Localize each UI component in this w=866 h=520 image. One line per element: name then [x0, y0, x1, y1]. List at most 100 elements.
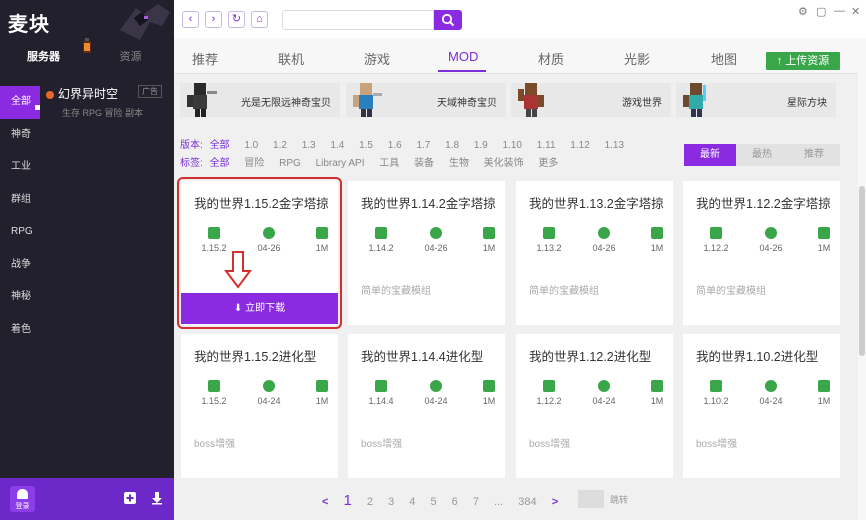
download-icon[interactable]: [150, 491, 164, 505]
home-button[interactable]: ⌂: [251, 11, 268, 28]
page-number[interactable]: 2: [367, 496, 373, 508]
settings-icon[interactable]: ⚙: [798, 5, 808, 18]
category-magic[interactable]: 神奇: [0, 119, 40, 152]
upload-resource-button[interactable]: ↑ 上传资源: [766, 52, 840, 70]
mod-card-version: 1.12.2: [529, 380, 569, 406]
server-gem-icon: [46, 90, 54, 99]
page-number[interactable]: 7: [473, 496, 479, 508]
version-option[interactable]: 1.11: [537, 140, 556, 151]
tag-option[interactable]: 美化装饰: [484, 158, 524, 169]
mod-card[interactable]: 我的世界1.14.2金字塔掠 1.14.2 04-26 1M 简单的宝藏模组: [348, 181, 505, 325]
file-icon: [375, 380, 387, 392]
featured-banner-4[interactable]: 星际方块: [676, 83, 836, 117]
version-option[interactable]: 1.9: [474, 140, 488, 151]
next-page-button[interactable]: >: [552, 496, 558, 508]
tab-resources[interactable]: 资源: [87, 44, 174, 70]
jump-button[interactable]: 跳转: [610, 493, 628, 506]
tag-option[interactable]: Library API: [316, 158, 365, 169]
mod-card[interactable]: 我的世界1.13.2金字塔掠 1.13.2 04-26 1M 简单的宝藏模组: [516, 181, 673, 325]
mod-card-date: 04-26: [416, 227, 456, 253]
ad-badge: 广告: [138, 85, 162, 98]
category-group[interactable]: 群组: [0, 184, 40, 217]
featured-banner-2[interactable]: 天域神奇宝贝: [346, 83, 506, 117]
tab-shaders[interactable]: 光影: [624, 49, 650, 68]
tab-multiplayer[interactable]: 联机: [278, 49, 304, 68]
featured-banner-1[interactable]: 光是无限远神奇宝贝: [180, 83, 340, 117]
version-option[interactable]: 1.3: [302, 140, 316, 151]
mod-card[interactable]: 我的世界1.12.2进化型 1.12.2 04-24 1M boss增强: [516, 334, 673, 478]
tab-mod[interactable]: MOD: [448, 49, 478, 64]
resource-tabs: 推荐 联机 游戏 MOD 材质 光影 地图 ↑ 上传资源: [174, 38, 858, 74]
clock-icon: [430, 380, 442, 392]
tab-recommend[interactable]: 推荐: [192, 49, 218, 68]
mod-card[interactable]: 我的世界1.14.4进化型 1.14.4 04-24 1M boss增强: [348, 334, 505, 478]
add-icon[interactable]: [123, 491, 137, 505]
tab-games[interactable]: 游戏: [364, 49, 390, 68]
prev-page-button[interactable]: <: [322, 496, 328, 508]
tag-option[interactable]: 更多: [538, 158, 558, 169]
refresh-button[interactable]: ↻: [228, 11, 245, 28]
version-option[interactable]: 1.13: [605, 140, 624, 151]
page-number[interactable]: 4: [409, 496, 415, 508]
tab-servers[interactable]: 服务器: [0, 44, 87, 70]
tag-option[interactable]: 全部: [210, 158, 230, 169]
version-option[interactable]: 1.8: [445, 140, 459, 151]
scrollbar[interactable]: [858, 38, 866, 520]
version-option[interactable]: 1.5: [359, 140, 373, 151]
version-option[interactable]: 1.0: [244, 140, 258, 151]
tag-option[interactable]: 生物: [449, 158, 469, 169]
top-bar: ‹ › ↻ ⌂ ⚙ ▢ — ✕: [174, 0, 866, 38]
page-jump-input[interactable]: [578, 490, 604, 508]
category-mystery[interactable]: 神秘: [0, 281, 40, 314]
category-war[interactable]: 战争: [0, 249, 40, 282]
download-icon: [818, 227, 830, 239]
tab-textures[interactable]: 材质: [538, 49, 564, 68]
tag-option[interactable]: 装备: [414, 158, 434, 169]
sort-newest-button[interactable]: 最新: [684, 144, 736, 166]
page-number[interactable]: 1: [344, 492, 352, 509]
version-option[interactable]: 1.2: [273, 140, 287, 151]
sort-recommended-button[interactable]: 推荐: [788, 144, 840, 166]
back-button[interactable]: ‹: [182, 11, 199, 28]
download-now-button[interactable]: ⬇ 立即下载: [181, 293, 338, 324]
server-tags: 生存 RPG 冒险 副本: [62, 108, 144, 118]
version-option[interactable]: 1.7: [416, 140, 430, 151]
mod-card[interactable]: 我的世界1.12.2金字塔掠 1.12.2 04-26 1M 简单的宝藏模组: [683, 181, 840, 325]
category-all[interactable]: 全部: [0, 86, 40, 119]
category-industry[interactable]: 工业: [0, 151, 40, 184]
page-number[interactable]: 5: [430, 496, 436, 508]
tag-option[interactable]: 工具: [379, 158, 399, 169]
tag-option[interactable]: RPG: [279, 158, 301, 169]
server-list-item[interactable]: 幻界异时空 广告 生存 RPG 冒险 副本: [42, 82, 168, 122]
forward-button[interactable]: ›: [205, 11, 222, 28]
minimize-icon[interactable]: —: [834, 5, 845, 17]
version-option[interactable]: 1.10: [503, 140, 522, 151]
mod-card[interactable]: 我的世界1.10.2进化型 1.10.2 04-24 1M boss增强: [683, 334, 840, 478]
version-option[interactable]: 1.6: [388, 140, 402, 151]
search-input[interactable]: [283, 11, 433, 29]
close-icon[interactable]: ✕: [851, 5, 860, 18]
login-button[interactable]: 登录: [10, 486, 35, 512]
category-rpg[interactable]: RPG: [0, 216, 40, 249]
page-number[interactable]: 6: [452, 496, 458, 508]
download-icon: [483, 380, 495, 392]
page-number[interactable]: 384: [518, 496, 536, 508]
file-icon: [543, 380, 555, 392]
scrollbar-thumb[interactable]: [859, 186, 865, 356]
category-coloring[interactable]: 着色: [0, 314, 40, 347]
version-option[interactable]: 1.12: [570, 140, 589, 151]
sort-hottest-button[interactable]: 最热: [736, 144, 788, 166]
sidebar: 麦块 服务器 资源 全部 神奇 工业 群组 RPG 战争 神秘 着色 幻界异时空…: [0, 0, 174, 520]
file-icon: [710, 380, 722, 392]
search-field[interactable]: [282, 10, 434, 30]
tab-maps[interactable]: 地图: [711, 49, 737, 68]
page-number[interactable]: 3: [388, 496, 394, 508]
pagination: < 1 2 3 4 5 6 7 ... 384 > 跳转: [322, 490, 628, 512]
tag-option[interactable]: 冒险: [244, 158, 264, 169]
mod-card[interactable]: 我的世界1.15.2进化型 1.15.2 04-24 1M boss增强: [181, 334, 338, 478]
search-button[interactable]: [434, 10, 462, 30]
restore-window-icon[interactable]: ▢: [816, 5, 826, 18]
version-option[interactable]: 1.4: [330, 140, 344, 151]
version-option[interactable]: 全部: [210, 140, 230, 151]
featured-banner-3[interactable]: 游戏世界: [511, 83, 671, 117]
